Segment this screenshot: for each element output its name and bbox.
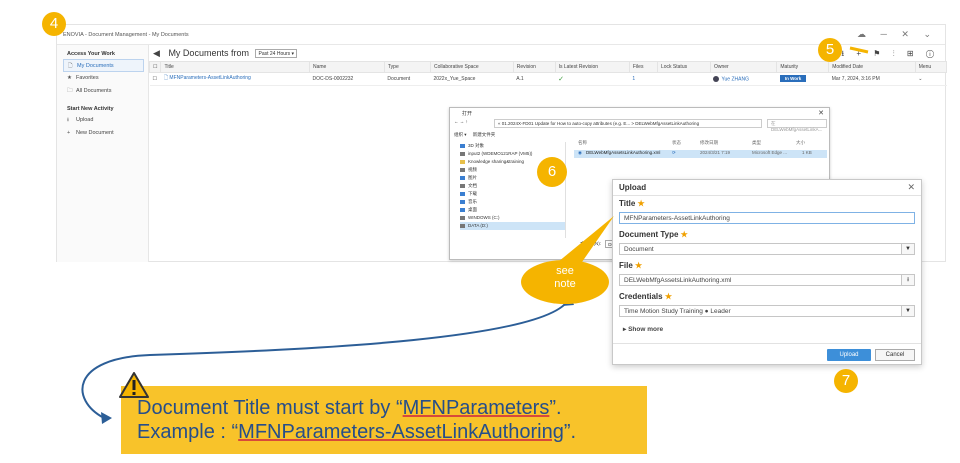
callout-pointer — [558, 216, 614, 262]
note-text: Document Title must start by “ — [137, 397, 403, 419]
note-text: ”. — [563, 421, 577, 443]
warning-note: Document Title must start by “MFNParamet… — [121, 386, 647, 454]
note-text: Example : “ — [137, 421, 239, 443]
note-line-1: Document Title must start by “MFNParamet… — [137, 396, 647, 420]
step-7-marker: 7 — [834, 369, 858, 393]
note-underlined: MFNParameters — [402, 397, 550, 419]
see-note-callout: see note — [521, 260, 609, 304]
step-4-marker: 4 — [42, 12, 66, 36]
note-line-2: Example : “MFNParameters-AssetLinkAuthor… — [137, 420, 647, 444]
step-5-marker: 5 — [818, 38, 842, 62]
callout-word: see — [556, 265, 574, 277]
arrowhead-icon — [101, 412, 112, 424]
note-text: ”. — [549, 397, 562, 419]
pointer-line-5 — [849, 46, 869, 54]
note-underlined: MFNParameters-AssetLinkAuthoring — [238, 421, 564, 443]
warning-icon — [119, 372, 149, 398]
callout-word: note — [554, 278, 576, 290]
step-6-marker: 6 — [537, 157, 567, 187]
